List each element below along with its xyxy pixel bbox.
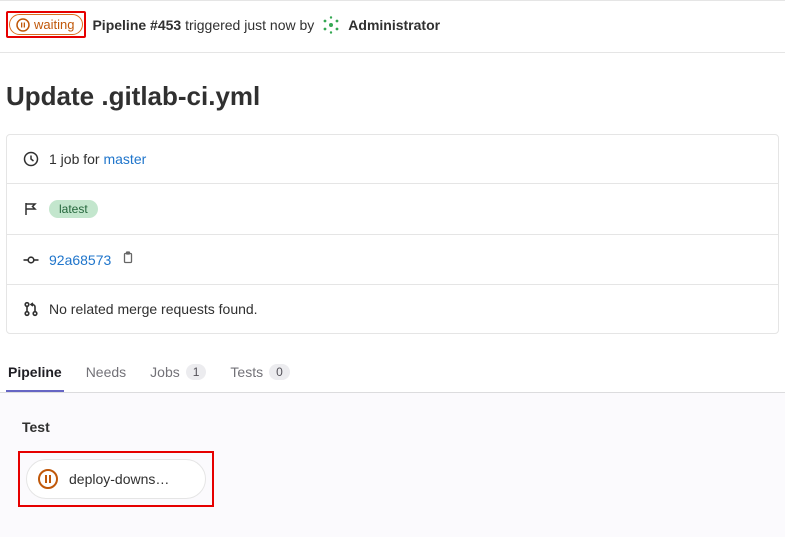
job-pill[interactable]: deploy-downs… [26, 459, 206, 499]
jobs-count-text: 1 job for [49, 151, 103, 167]
stage-title: Test [18, 419, 779, 435]
merge-request-icon [23, 301, 39, 317]
avatar[interactable] [320, 14, 342, 36]
clipboard-icon [121, 251, 135, 265]
commit-sha-link[interactable]: 92a68573 [49, 252, 111, 268]
pipeline-label-prefix: Pipeline [92, 17, 150, 33]
tab-pipeline-label: Pipeline [8, 364, 62, 380]
tab-jobs-count: 1 [186, 364, 207, 380]
pipeline-info-box: 1 job for master latest 92a68573 [6, 134, 779, 334]
triggered-by-user[interactable]: Administrator [348, 17, 440, 33]
page-title: Update .gitlab-ci.yml [0, 53, 785, 134]
status-badge[interactable]: waiting [9, 14, 83, 35]
annotation-highlight-job: deploy-downs… [18, 451, 214, 507]
pause-circle-icon [16, 18, 30, 32]
merge-request-row: No related merge requests found. [7, 285, 778, 333]
triggered-time-text: triggered just now by [181, 17, 314, 33]
clock-icon [23, 151, 39, 167]
tab-pipeline[interactable]: Pipeline [6, 364, 64, 392]
jobs-row: 1 job for master [7, 135, 778, 184]
tab-tests-count: 0 [269, 364, 290, 380]
job-name: deploy-downs… [69, 471, 169, 487]
copy-sha-button[interactable] [121, 251, 135, 268]
pipeline-number[interactable]: #453 [150, 17, 181, 33]
status-text: waiting [34, 17, 74, 32]
tab-jobs[interactable]: Jobs 1 [148, 364, 208, 392]
tab-needs[interactable]: Needs [84, 364, 128, 392]
tab-tests[interactable]: Tests 0 [228, 364, 291, 392]
pipeline-trigger-text: Pipeline #453 triggered just now by [92, 17, 314, 33]
commit-row: 92a68573 [7, 235, 778, 285]
merge-request-text: No related merge requests found. [49, 301, 258, 317]
tab-tests-label: Tests [230, 364, 263, 380]
pause-circle-icon [37, 468, 59, 490]
tag-row: latest [7, 184, 778, 235]
tab-jobs-label: Jobs [150, 364, 180, 380]
commit-icon [23, 252, 39, 268]
pipeline-header: waiting Pipeline #453 triggered just now… [0, 1, 785, 53]
pipeline-graph: Test deploy-downs… [0, 393, 785, 537]
annotation-highlight-status: waiting [6, 11, 86, 38]
tabs: Pipeline Needs Jobs 1 Tests 0 [0, 334, 785, 393]
flag-icon [23, 201, 39, 217]
latest-tag[interactable]: latest [49, 200, 98, 218]
branch-link[interactable]: master [103, 151, 146, 167]
tab-needs-label: Needs [86, 364, 126, 380]
